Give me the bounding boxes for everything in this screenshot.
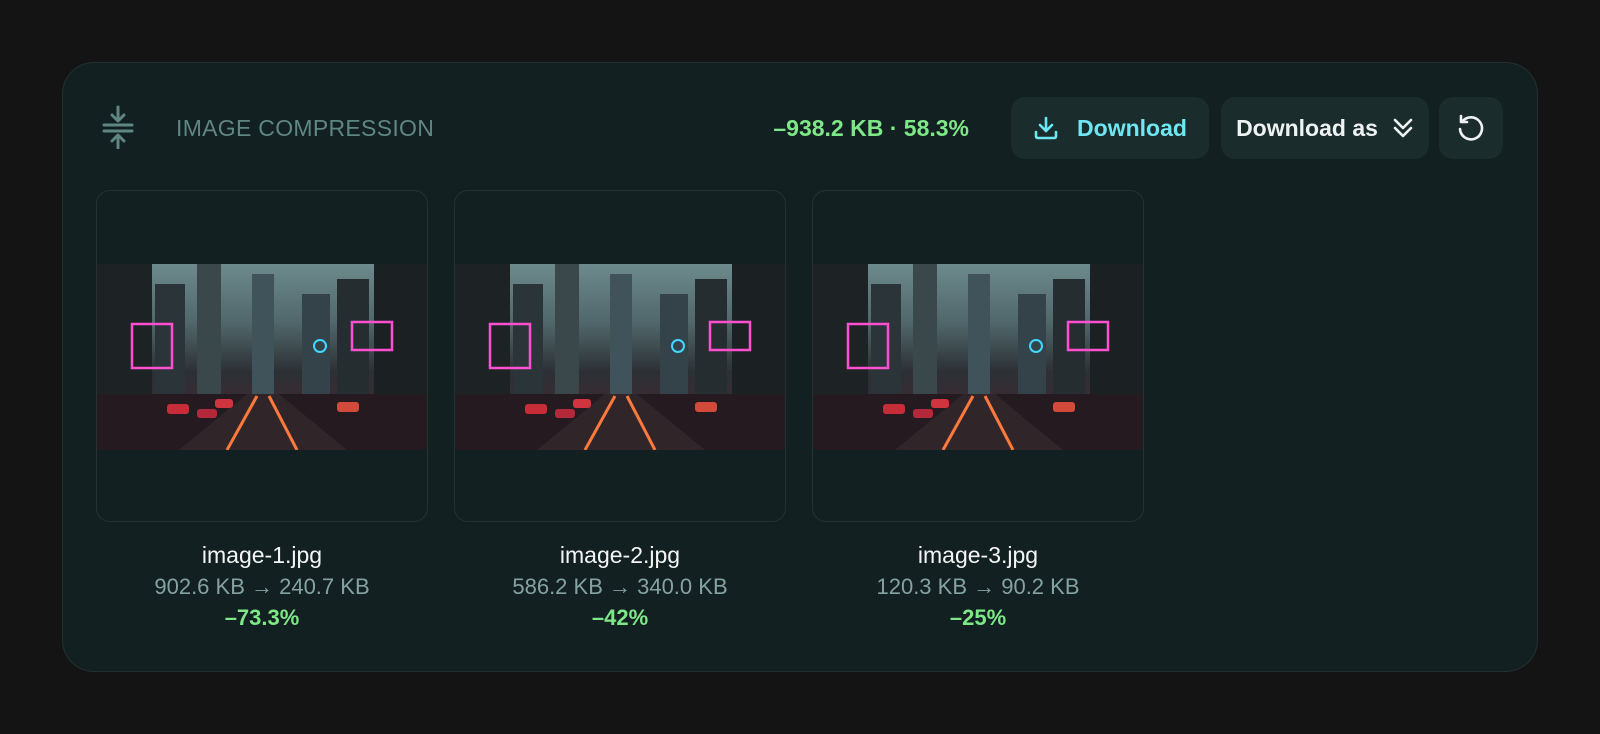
image-filename: image-1.jpg <box>201 542 323 568</box>
image-filename: image-3.jpg <box>917 542 1039 568</box>
image-card[interactable]: image-3.jpg 120.3 KB → 90.2 KB –25% <box>812 190 1144 633</box>
cyberpunk-city-image <box>455 264 785 450</box>
image-reduction: –42% <box>591 605 649 630</box>
image-card[interactable]: image-1.jpg 902.6 KB → 240.7 KB –73.3% <box>96 190 428 633</box>
download-as-button[interactable]: Download as <box>1221 97 1429 159</box>
image-meta: image-1.jpg 902.6 KB → 240.7 KB –73.3% <box>96 540 428 633</box>
image-meta: image-2.jpg 586.2 KB → 340.0 KB –42% <box>454 540 786 633</box>
cyberpunk-city-image <box>813 264 1143 450</box>
rotate-ccw-icon <box>1456 113 1486 143</box>
image-thumbnail[interactable] <box>454 190 786 522</box>
image-filename: image-2.jpg <box>559 542 681 568</box>
download-as-label: Download as <box>1236 114 1378 141</box>
image-thumbnail[interactable] <box>96 190 428 522</box>
image-size-change: 902.6 KB → 240.7 KB <box>154 574 370 599</box>
image-card[interactable]: image-2.jpg 586.2 KB → 340.0 KB –42% <box>454 190 786 633</box>
panel-header: IMAGE COMPRESSION –938.2 KB · 58.3% Down… <box>63 63 1537 193</box>
panel-title: IMAGE COMPRESSION <box>176 115 435 141</box>
chevrons-down-icon <box>1392 116 1414 140</box>
cyberpunk-city-image <box>97 264 427 450</box>
image-size-change: 586.2 KB → 340.0 KB <box>512 574 728 599</box>
image-size-change: 120.3 KB → 90.2 KB <box>876 574 1080 599</box>
download-button[interactable]: Download <box>1011 97 1209 159</box>
compression-panel: IMAGE COMPRESSION –938.2 KB · 58.3% Down… <box>62 62 1538 672</box>
image-reduction: –25% <box>949 605 1007 630</box>
reset-button[interactable] <box>1439 97 1503 159</box>
image-reduction: –73.3% <box>224 605 300 630</box>
download-icon <box>1033 115 1059 141</box>
total-savings: –938.2 KB · 58.3% <box>773 115 969 141</box>
download-label: Download <box>1077 114 1187 141</box>
image-thumbnail[interactable] <box>812 190 1144 522</box>
image-card-list: image-1.jpg 902.6 KB → 240.7 KB –73.3% i… <box>96 190 1144 633</box>
image-meta: image-3.jpg 120.3 KB → 90.2 KB –25% <box>812 540 1144 633</box>
compress-icon <box>101 105 135 150</box>
